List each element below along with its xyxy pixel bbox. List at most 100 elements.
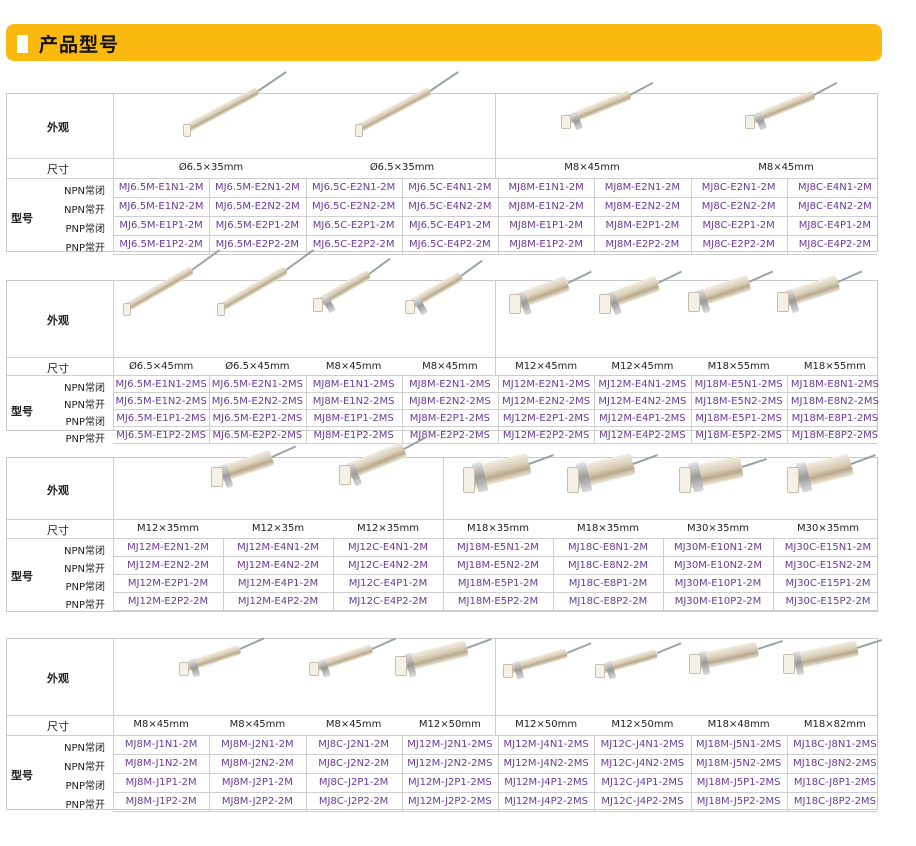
model-code: MJ8M-J1N2-2M [124, 758, 198, 769]
model-code: MJ12C-J4N2-2MS [600, 758, 685, 769]
cell-divider [594, 774, 596, 792]
model-code: MJ12C-J4P1-2MS [601, 777, 684, 788]
size-cell: M30×35mm [797, 523, 859, 534]
output-type-label: PNP常闭 [65, 582, 105, 593]
output-type-label: NPN常闭 [64, 383, 105, 394]
model-code: MJ6.5C-E2N2-2M [312, 201, 396, 212]
sensor-face [745, 115, 755, 129]
model-code: MJ12M-J2P1-2MS [408, 777, 492, 788]
spec-table: 外观 尺寸 M12×35mm M12×35m M12×35mm M18×35mm M18×3… [6, 436, 878, 612]
model-code: MJ6.5M-E2P1-2M [215, 220, 300, 231]
model-code: MJ6.5M-E2P1-2MS [212, 413, 303, 424]
size-cell: M12×35mm [357, 523, 419, 534]
size-cell: M12×45mm [515, 361, 578, 372]
cell-divider [786, 236, 788, 254]
output-type-label: PNP常开 [65, 434, 105, 445]
cell-divider [209, 736, 211, 754]
model-code: MJ12C-E4P1-2M [348, 578, 428, 589]
model-code: MJ12M-E4P2-2M [237, 596, 319, 607]
model-code: MJ8M-E2N2-2M [604, 201, 681, 212]
output-type-label: PNP常闭 [65, 417, 105, 428]
model-code: MJ12M-E4N1-2M [237, 542, 319, 553]
size-cell: M8×45mm [422, 361, 478, 372]
cell-divider [443, 539, 444, 556]
model-code: MJ6.5M-E1N1-2M [118, 182, 204, 193]
cell-divider [594, 198, 596, 216]
model-code: MJ8C-E2N2-2M [701, 201, 776, 212]
cell-divider [594, 736, 596, 754]
model-code: MJ8M-J1P1-2M [125, 777, 197, 788]
cell-divider [209, 393, 211, 409]
cell-divider [786, 755, 788, 773]
cell-divider [594, 755, 596, 773]
size-cell: M8×45mm [229, 719, 286, 730]
cell-divider [209, 217, 211, 235]
sensor-face [509, 294, 521, 314]
cell-divider [498, 774, 499, 792]
model-code: MJ8C-E4P2-2M [798, 239, 871, 250]
model-code: MJ8M-E1P1-2M [509, 220, 584, 231]
appearance-label: 外观 [47, 483, 69, 497]
model-code: MJ6.5M-E1P2-2MS [116, 430, 206, 441]
cell-divider [690, 793, 692, 811]
model-code: MJ6.5M-E1N1-2MS [115, 379, 207, 390]
cell-divider [401, 217, 403, 235]
cell-divider [786, 376, 788, 392]
model-code: MJ18M-E5N1-2M [457, 542, 539, 553]
cell-divider [690, 755, 692, 773]
model-code: MJ18M-E5N1-2MS [694, 379, 783, 390]
cell-divider [690, 217, 692, 235]
model-code: MJ12M-J4P2-2MS [504, 796, 588, 807]
model-code: MJ6.5C-E2P1-2M [312, 220, 395, 231]
model-code: MJ12M-E2N2-2M [127, 560, 209, 571]
size-cell: M12×45mm [611, 361, 674, 372]
sensor-face [679, 467, 691, 493]
cell-divider [773, 593, 774, 610]
model-code: MJ6.5C-E4N1-2M [408, 182, 492, 193]
cell-divider [333, 539, 334, 556]
sensor-face [561, 115, 571, 129]
cell-divider [223, 539, 224, 556]
model-code: MJ18C-J8P2-2MS [793, 796, 876, 807]
model-code: MJ8C-E2P1-2M [702, 220, 775, 231]
model-code: MJ8M-E1P2-2M [509, 239, 584, 250]
cell-divider [594, 236, 596, 254]
size-cell: M8×45mm [325, 361, 382, 372]
model-code: MJ8C-J2N1-2M [318, 739, 390, 750]
model-code: MJ18M-E5P2-2MS [695, 430, 782, 441]
model-code: MJ6.5M-E1N2-2MS [115, 396, 207, 407]
model-code: MJ12M-J2N1-2MS [407, 739, 493, 750]
output-type-label: NPN常开 [64, 762, 105, 773]
size-cell: M8×45mm [564, 162, 620, 173]
model-code: MJ6.5M-E2N1-2MS [211, 379, 303, 390]
model-code: MJ12M-E2N1-2M [127, 542, 209, 553]
model-code: MJ30C-E15P2-2M [785, 596, 871, 607]
model-code: MJ18M-E5P1-2MS [695, 413, 782, 424]
model-code: MJ18M-E8N2-2MS [790, 396, 879, 407]
cell-divider [498, 427, 499, 443]
cell-divider [786, 410, 788, 426]
section-banner: 产品型号 [6, 24, 882, 61]
sensor-cable [271, 445, 297, 459]
cell-divider [209, 410, 211, 426]
cell-divider [498, 376, 499, 392]
model-code: MJ6.5C-E4P2-2M [409, 239, 491, 250]
cell-divider [305, 179, 307, 197]
appearance-label: 外观 [47, 672, 69, 685]
cell-divider [553, 593, 554, 610]
size-cell: M12×35m [251, 523, 305, 534]
cell-divider [401, 376, 403, 392]
model-code: MJ8M-E1N1-2MS [312, 379, 395, 390]
cell-divider [773, 539, 774, 556]
output-type-label: NPN常开 [64, 400, 105, 411]
model-code: MJ8M-E2P1-2MS [409, 413, 490, 424]
model-code: MJ18C-E8N1-2M [567, 542, 648, 553]
sensor-face [689, 654, 701, 674]
model-code: MJ8C-E2P2-2M [702, 239, 775, 250]
model-code: MJ6.5M-E2N2-2M [214, 201, 300, 212]
sensor-face [567, 467, 579, 493]
model-code: MJ6.5C-E2N1-2M [312, 182, 396, 193]
model-code: MJ12M-E4P1-2M [237, 578, 319, 589]
model-code: MJ12M-E4P2-2MS [599, 430, 686, 441]
output-type-label: NPN常开 [64, 205, 105, 216]
